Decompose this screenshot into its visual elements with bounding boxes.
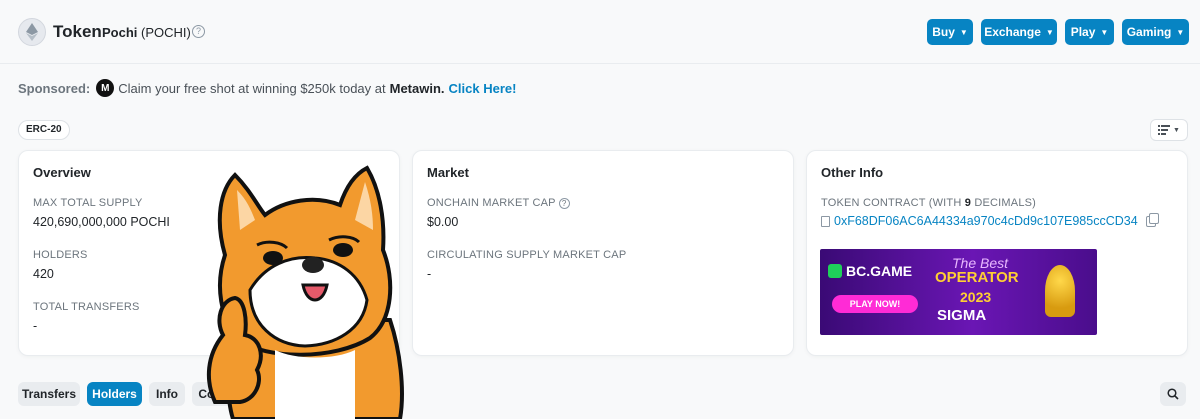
chevron-down-icon: ▼ bbox=[1173, 126, 1180, 134]
bc-game-ad-banner[interactable]: BC.GAME PLAY NOW! The Best OPERATOR 2023… bbox=[820, 249, 1097, 335]
token-standard-badge: ERC-20 bbox=[18, 120, 70, 140]
holders-label: HOLDERS bbox=[33, 249, 88, 261]
ethereum-logo-icon bbox=[18, 18, 46, 46]
max-supply-label: MAX TOTAL SUPPLY bbox=[33, 197, 143, 209]
exchange-button-label: Exchange bbox=[984, 25, 1041, 39]
document-icon bbox=[821, 215, 830, 227]
tab-info[interactable]: Info bbox=[149, 382, 185, 406]
tab-holders[interactable]: Holders bbox=[87, 382, 142, 406]
circ-cap-label: CIRCULATING SUPPLY MARKET CAP bbox=[427, 249, 627, 261]
holders-value: 420 bbox=[33, 267, 54, 281]
list-filter-icon bbox=[1158, 125, 1171, 135]
chevron-down-icon: ▼ bbox=[959, 27, 968, 37]
sponsored-text: Claim your free shot at winning $250k to… bbox=[118, 80, 386, 96]
ad-brand: BC.GAME bbox=[828, 263, 912, 279]
copy-icon[interactable] bbox=[1145, 212, 1159, 227]
view-toggle-button[interactable]: ▼ bbox=[1150, 119, 1188, 141]
sponsored-cta-link[interactable]: Click Here! bbox=[449, 81, 517, 96]
buy-button[interactable]: Buy ▼ bbox=[927, 19, 973, 45]
pochi-dog-mascot-image bbox=[206, 165, 404, 419]
contract-label-suffix: DECIMALS) bbox=[974, 197, 1037, 209]
overview-title: Overview bbox=[33, 165, 91, 180]
contract-label: TOKEN CONTRACT (WITH 9 DECIMALS) bbox=[821, 197, 1036, 209]
play-button[interactable]: Play ▼ bbox=[1065, 19, 1114, 45]
other-info-title: Other Info bbox=[821, 165, 884, 180]
sponsored-label: Sponsored: bbox=[18, 80, 91, 96]
token-name: Pochi (POCHI) bbox=[102, 25, 191, 40]
max-supply-value: 420,690,000,000 POCHI bbox=[33, 215, 170, 229]
token-symbol: (POCHI) bbox=[141, 25, 191, 40]
play-button-label: Play bbox=[1070, 25, 1096, 39]
circ-cap-value: - bbox=[427, 267, 432, 281]
contract-address-link[interactable]: 0xF68DF06AC6A44334a970c4cDd9c107E985ccCD… bbox=[834, 214, 1138, 228]
token-name-text: Pochi bbox=[102, 25, 138, 40]
buy-button-label: Buy bbox=[932, 25, 955, 39]
chevron-down-icon: ▼ bbox=[1100, 27, 1109, 37]
gaming-button-label: Gaming bbox=[1126, 25, 1172, 39]
metawin-logo-icon: M bbox=[96, 79, 115, 97]
question-circle-icon[interactable]: ? bbox=[558, 198, 570, 209]
exchange-button[interactable]: Exchange ▼ bbox=[981, 19, 1057, 45]
chevron-down-icon: ▼ bbox=[1045, 27, 1054, 37]
onchain-cap-value: $0.00 bbox=[427, 215, 459, 229]
ad-sigma-text: SIGMA bbox=[937, 307, 987, 324]
transfers-label: TOTAL TRANSFERS bbox=[33, 301, 140, 313]
contract-decimals: 9 bbox=[964, 197, 972, 209]
question-circle-icon[interactable]: ? bbox=[192, 25, 205, 38]
sponsored-banner: Sponsored: M Claim your free shot at win… bbox=[18, 79, 516, 97]
page-title: Token bbox=[53, 22, 102, 41]
onchain-cap-label-text: ONCHAIN MARKET CAP bbox=[427, 197, 556, 209]
market-card: Market ONCHAIN MARKET CAP? $0.00 CIRCULA… bbox=[412, 150, 794, 356]
transfers-value: - bbox=[33, 319, 38, 333]
ad-operator-text: OPERATOR bbox=[935, 269, 1019, 286]
contract-label-prefix: TOKEN CONTRACT (WITH bbox=[821, 197, 962, 209]
other-info-card: Other Info TOKEN CONTRACT (WITH 9 DECIMA… bbox=[806, 150, 1188, 356]
tab-transfers[interactable]: Transfers bbox=[18, 382, 80, 406]
gaming-button[interactable]: Gaming ▼ bbox=[1122, 19, 1189, 45]
onchain-cap-label: ONCHAIN MARKET CAP? bbox=[427, 197, 570, 209]
ad-play-now-button[interactable]: PLAY NOW! bbox=[832, 295, 918, 313]
ad-brand-text: BC.GAME bbox=[846, 263, 913, 279]
search-button[interactable] bbox=[1160, 382, 1186, 406]
search-icon bbox=[1167, 388, 1179, 400]
ad-year-text: 2023 bbox=[960, 289, 992, 305]
contract-address-row: 0xF68DF06AC6A44334a970c4cDd9c107E985ccCD… bbox=[821, 212, 1159, 228]
sponsored-brand: Metawin. bbox=[389, 80, 445, 96]
market-title: Market bbox=[427, 165, 469, 180]
trophy-icon bbox=[1045, 265, 1075, 317]
bc-game-logo-icon bbox=[828, 264, 842, 278]
top-bar: Token Pochi (POCHI) ? Buy ▼ Exchange ▼ Pla… bbox=[0, 0, 1200, 64]
chevron-down-icon: ▼ bbox=[1176, 27, 1185, 37]
